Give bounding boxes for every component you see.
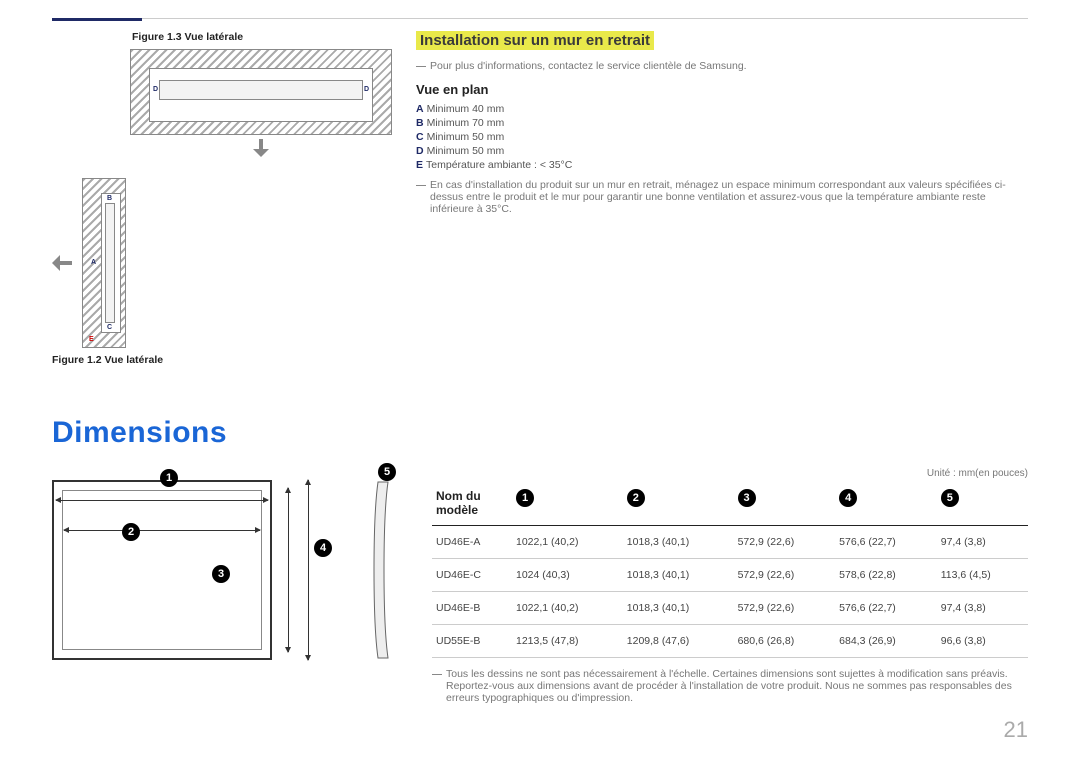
spec-b: BMinimum 70 mm (416, 117, 1028, 129)
label-d-right: D (364, 86, 369, 93)
install-contact-note: Pour plus d'informations, contactez le s… (416, 60, 1028, 72)
cell: 1022,1 (40,2) (512, 526, 623, 559)
cell-model: UD46E-C (432, 559, 512, 592)
th-col2: 2 (627, 489, 645, 507)
cell: 96,6 (3,8) (937, 625, 1028, 658)
spec-e-value: Température ambiante : < 35°C (426, 159, 572, 171)
cell: 1022,1 (40,2) (512, 592, 623, 625)
arrow-down-icon (252, 139, 270, 159)
label-b: B (107, 195, 112, 202)
cell: 97,4 (3,8) (937, 592, 1028, 625)
cell: 572,9 (22,6) (734, 559, 836, 592)
table-row: UD55E-B 1213,5 (47,8) 1209,8 (47,6) 680,… (432, 625, 1028, 658)
cell: 578,6 (22,8) (835, 559, 937, 592)
figure-1-2-side-view: B A C E (52, 178, 392, 348)
callout-4: 4 (314, 539, 332, 557)
plan-view-heading: Vue en plan (416, 82, 1028, 97)
figure-1-3-caption: Figure 1.3 Vue latérale (132, 31, 392, 43)
cell: 113,6 (4,5) (937, 559, 1028, 592)
spec-a: AMinimum 40 mm (416, 103, 1028, 115)
th-col1: 1 (516, 489, 534, 507)
callout-5: 5 (378, 463, 396, 481)
th-col3: 3 (738, 489, 756, 507)
cell-model: UD46E-A (432, 526, 512, 559)
label-a: A (91, 259, 96, 266)
figures-column: Figure 1.3 Vue latérale D D B A (52, 31, 392, 366)
spec-c: CMinimum 50 mm (416, 131, 1028, 143)
cell: 1018,3 (40,1) (623, 559, 734, 592)
cell: 1018,3 (40,1) (623, 592, 734, 625)
label-c: C (107, 324, 112, 331)
spec-d-value: Minimum 50 mm (427, 145, 505, 157)
table-row: UD46E-C 1024 (40,3) 1018,3 (40,1) 572,9 … (432, 559, 1028, 592)
th-col5: 5 (941, 489, 959, 507)
table-row: UD46E-A 1022,1 (40,2) 1018,3 (40,1) 572,… (432, 526, 1028, 559)
table-row: UD46E-B 1022,1 (40,2) 1018,3 (40,1) 572,… (432, 592, 1028, 625)
cell: 97,4 (3,8) (937, 526, 1028, 559)
install-heading: Installation sur un mur en retrait (416, 31, 654, 50)
cell: 572,9 (22,6) (734, 592, 836, 625)
figure-1-3-top-view: D D (130, 49, 392, 135)
spec-b-value: Minimum 70 mm (427, 117, 505, 129)
cell-model: UD46E-B (432, 592, 512, 625)
dimensions-heading: Dimensions (52, 416, 1028, 450)
th-col4: 4 (839, 489, 857, 507)
dimensions-note: Tous les dessins ne sont pas nécessairem… (432, 668, 1028, 704)
cell: 1018,3 (40,1) (623, 526, 734, 559)
cell: 576,6 (22,7) (835, 592, 937, 625)
arrow-left-icon (52, 254, 74, 272)
spec-e: ETempérature ambiante : < 35°C (416, 159, 1028, 171)
cell: 572,9 (22,6) (734, 526, 836, 559)
side-profile-icon (372, 480, 394, 660)
dimensions-table: Nom du modèle 1 2 3 4 5 UD46E-A 1022,1 (… (432, 483, 1028, 658)
install-warning: En cas d'installation du produit sur un … (416, 179, 1028, 215)
callout-1: 1 (160, 469, 178, 487)
unit-label: Unité : mm(en pouces) (432, 468, 1028, 479)
dimensions-diagram: 1 2 3 4 5 (52, 468, 392, 698)
th-model: Nom du modèle (432, 483, 512, 526)
cell: 684,3 (26,9) (835, 625, 937, 658)
spec-d: DMinimum 50 mm (416, 145, 1028, 157)
page-number: 21 (1004, 717, 1028, 743)
install-text-column: Installation sur un mur en retrait Pour … (416, 31, 1028, 366)
cell-model: UD55E-B (432, 625, 512, 658)
cell: 680,6 (26,8) (734, 625, 836, 658)
top-rule (52, 18, 1028, 19)
figure-1-2-caption: Figure 1.2 Vue latérale (52, 354, 392, 366)
callout-3: 3 (212, 565, 230, 583)
cell: 1024 (40,3) (512, 559, 623, 592)
callout-2: 2 (122, 523, 140, 541)
spec-a-value: Minimum 40 mm (427, 103, 505, 115)
label-d-left: D (153, 86, 158, 93)
cell: 1209,8 (47,6) (623, 625, 734, 658)
cell: 1213,5 (47,8) (512, 625, 623, 658)
spec-c-value: Minimum 50 mm (427, 131, 505, 143)
label-e: E (89, 336, 94, 343)
cell: 576,6 (22,7) (835, 526, 937, 559)
